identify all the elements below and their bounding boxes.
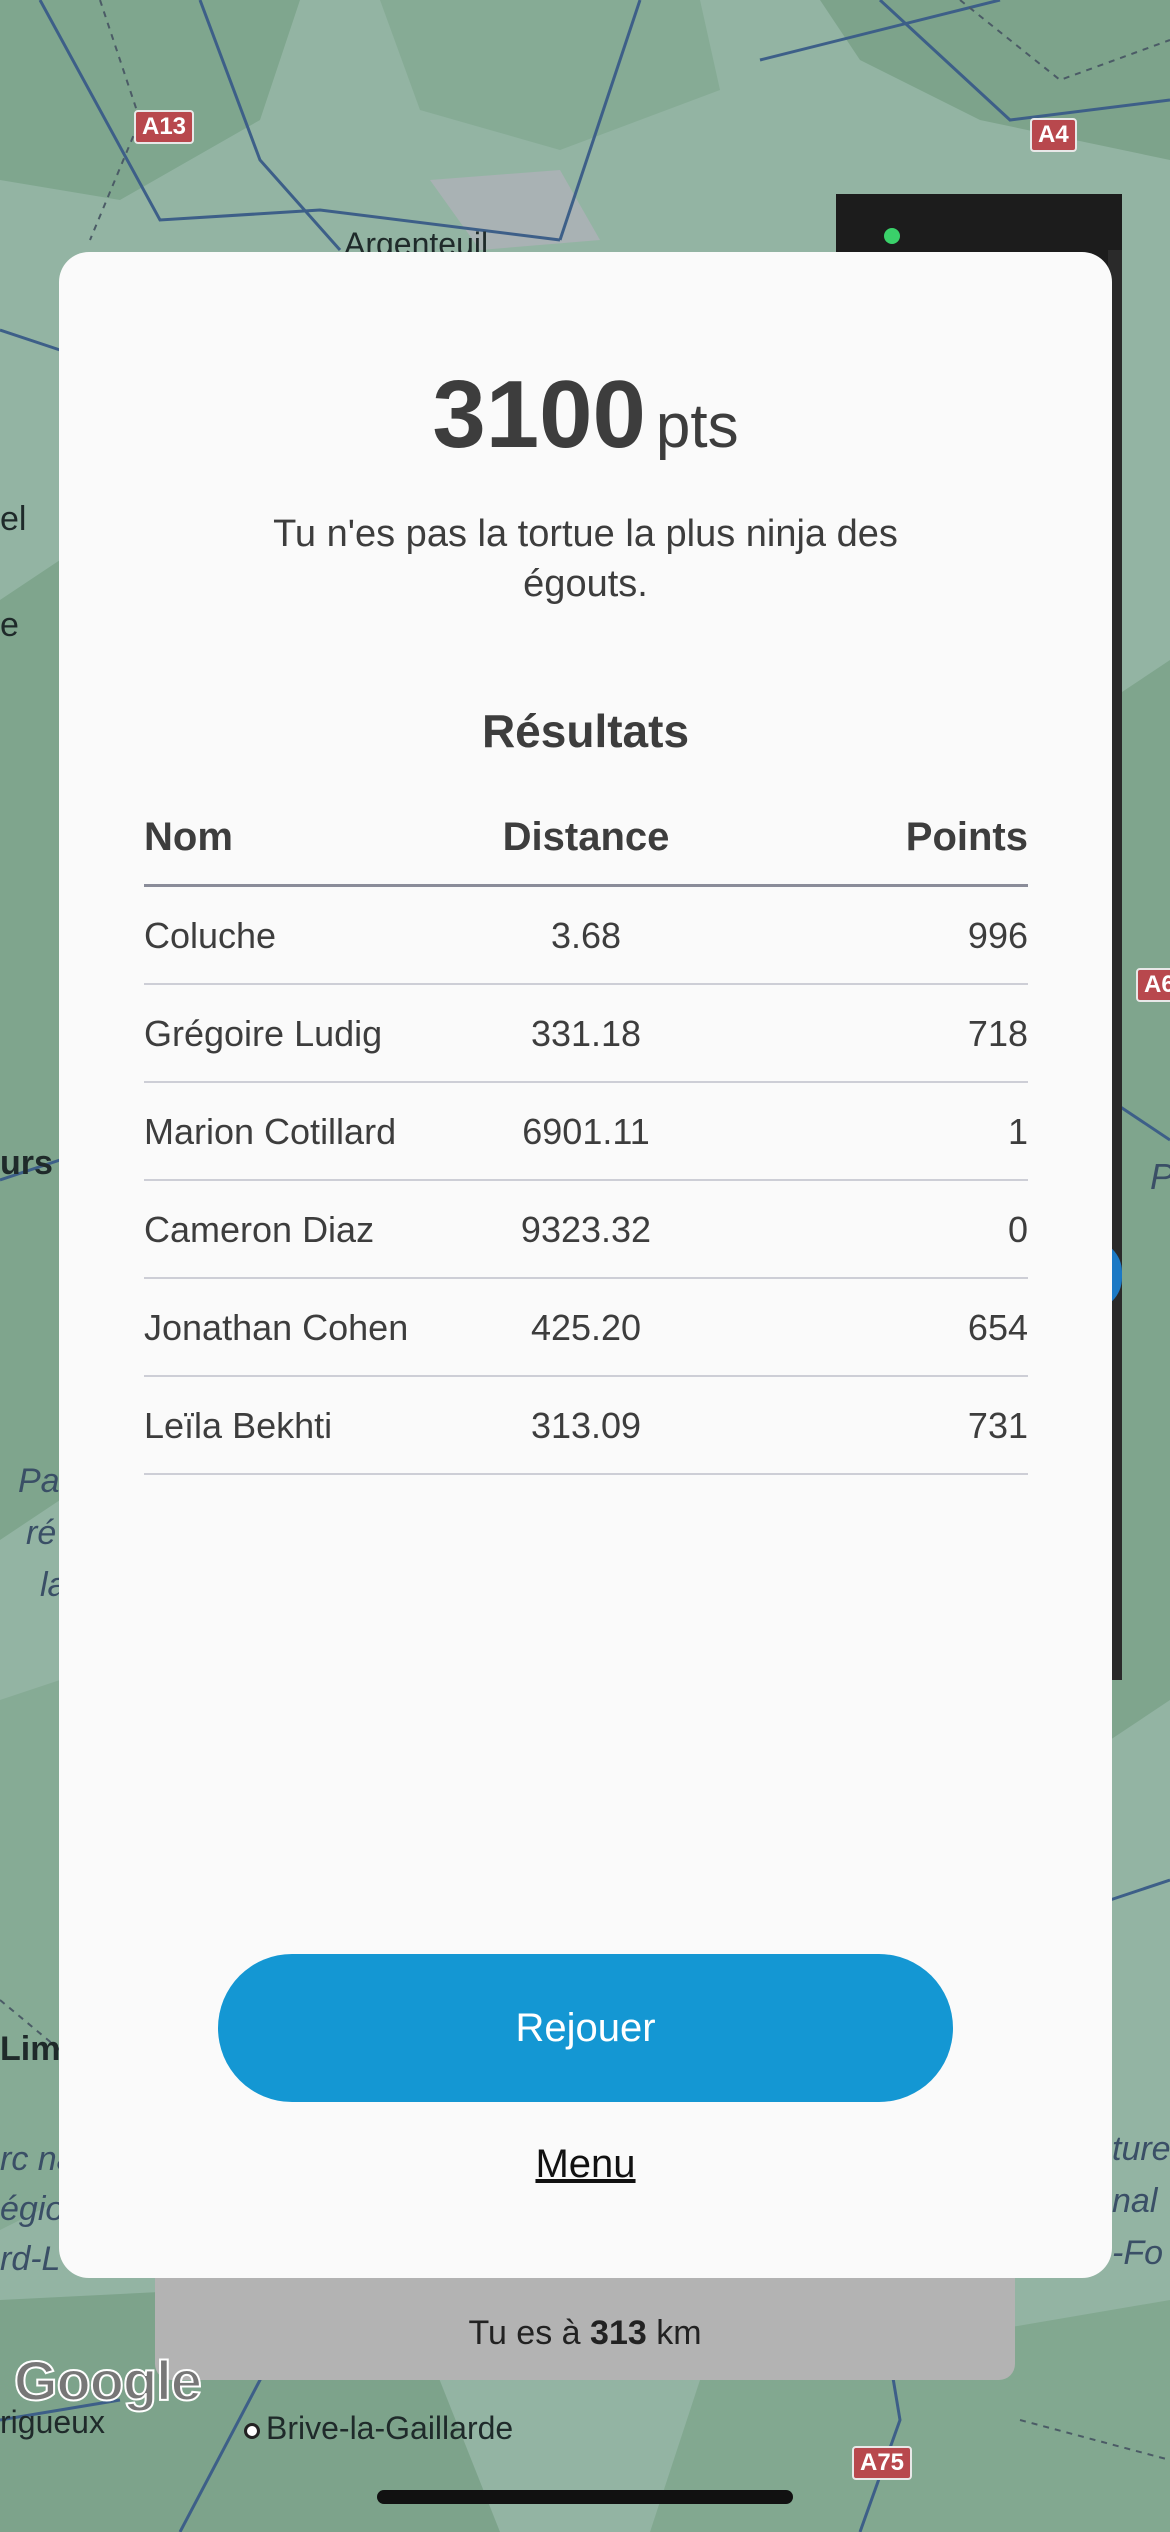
map-label-brive: Brive-la-Gaillarde: [244, 2410, 513, 2447]
map-label-fragment: -Fo: [1112, 2234, 1163, 2272]
city-dot-icon: [244, 2422, 260, 2439]
results-heading: Résultats: [481, 705, 690, 757]
player-name: Grégoire Ludig: [144, 1013, 383, 1054]
road-badge-a4: A4: [1030, 118, 1077, 152]
road-badge-a13: A13: [134, 110, 195, 144]
player-distance: 425.20: [530, 1307, 642, 1348]
map-label-fragment: ture: [1112, 2130, 1170, 2168]
map-label-fragment: rd-L: [0, 2240, 61, 2278]
home-indicator[interactable]: [377, 2490, 793, 2504]
column-header-name: Nom: [144, 815, 233, 859]
player-points: 731: [967, 1405, 1028, 1446]
player-distance: 3.68: [550, 915, 622, 956]
player-name: Cameron Diaz: [144, 1209, 375, 1250]
column-header-distance: Distance: [502, 815, 670, 859]
player-points: 654: [967, 1307, 1028, 1348]
score-display: 3100 pts: [59, 360, 1112, 470]
menu-link[interactable]: Menu: [59, 2142, 1112, 2187]
table-row: Grégoire Ludig 331.18 718: [144, 985, 1028, 1083]
player-points: 0: [1007, 1209, 1028, 1250]
table-row: Leïla Bekhti 313.09 731: [144, 1377, 1028, 1475]
player-points: 718: [967, 1013, 1028, 1054]
road-badge-a75: A75: [852, 2446, 913, 2480]
result-tagline: Tu n'es pas la tortue la plus ninja des …: [273, 513, 898, 605]
score-unit: pts: [655, 392, 739, 461]
table-header: Nom Distance Points: [144, 799, 1028, 887]
distance-unit: km: [656, 2314, 702, 2352]
table-row: Cameron Diaz 9323.32 0: [144, 1181, 1028, 1279]
player-name: Coluche: [144, 915, 277, 956]
map-label-brive-text: Brive-la-Gaillarde: [266, 2410, 514, 2446]
player-distance: 331.18: [530, 1013, 642, 1054]
distance-prefix: Tu es à: [468, 2314, 581, 2352]
table-row: Jonathan Cohen 425.20 654: [144, 1279, 1028, 1377]
distance-value: 313: [590, 2314, 647, 2352]
map-label-fragment: P: [1150, 1156, 1170, 1198]
score-value: 3100: [432, 361, 646, 468]
road-badge-a6: A6: [1136, 968, 1170, 1002]
map-label-fragment: nal: [1112, 2182, 1158, 2220]
table-row: Coluche 3.68 996: [144, 887, 1028, 985]
map-label-fragment: e: [0, 606, 19, 644]
distance-text: Tu es à 313 km: [155, 2314, 1015, 2353]
player-distance: 313.09: [530, 1405, 642, 1446]
column-header-points: Points: [905, 815, 1028, 859]
map-label-fragment: ré: [26, 1514, 57, 1552]
player-distance: 9323.32: [520, 1209, 652, 1250]
player-name: Leïla Bekhti: [144, 1405, 333, 1446]
table-row: Marion Cotillard 6901.11 1: [144, 1083, 1028, 1181]
results-modal: 3100 pts Tu n'es pas la tortue la plus ni…: [59, 252, 1112, 2278]
map-label-fragment: el: [0, 500, 27, 538]
player-points: 1: [1007, 1111, 1028, 1152]
player-name: Marion Cotillard: [144, 1111, 397, 1152]
player-distance: 6901.11: [522, 1111, 650, 1152]
google-logo: Google: [13, 2348, 203, 2413]
map-label-fragment: urs: [0, 1144, 53, 1182]
photo-detail: [884, 228, 900, 244]
map-label-fragment: égio: [0, 2190, 65, 2228]
replay-button[interactable]: Rejouer: [218, 1954, 953, 2102]
results-table: Nom Distance Points Coluche 3.68 996 Gré…: [144, 799, 1028, 1475]
player-name: Jonathan Cohen: [144, 1307, 409, 1348]
player-points: 996: [967, 915, 1028, 956]
map-label-fragment: Pa: [18, 1462, 60, 1500]
